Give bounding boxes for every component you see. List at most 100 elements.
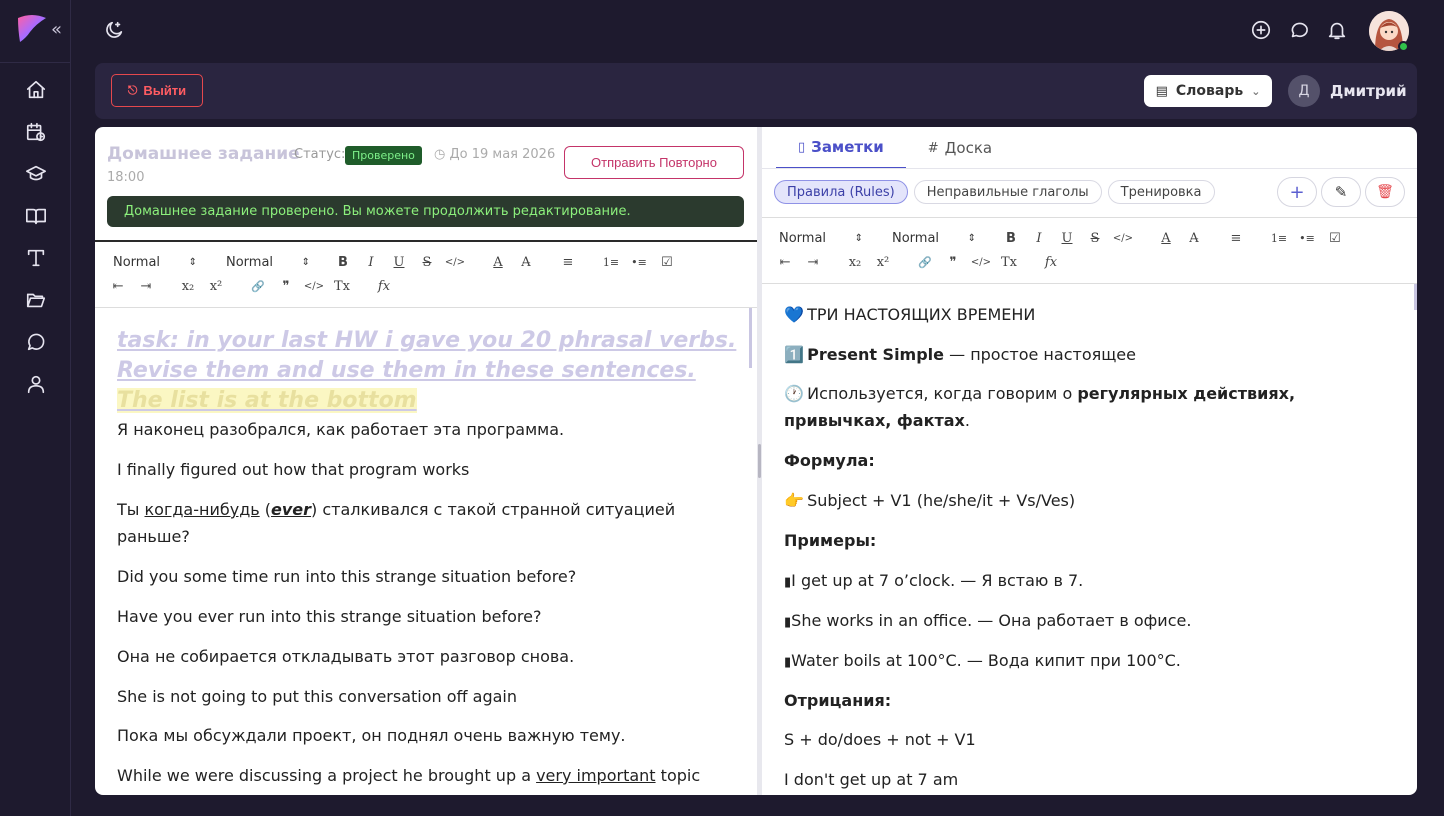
- tab-notes[interactable]: ▯ Заметки: [776, 127, 906, 169]
- indent-button[interactable]: ⇥: [802, 252, 824, 272]
- underline-button[interactable]: U: [1056, 228, 1078, 248]
- notes-line: S + do/does + not + V1: [784, 730, 976, 749]
- outdent-button[interactable]: ⇤: [107, 276, 129, 296]
- italic-button[interactable]: I: [360, 252, 382, 272]
- resend-button[interactable]: Отправить Повторно: [564, 146, 744, 179]
- status-badge: Проверено: [345, 146, 422, 165]
- code-block-button[interactable]: </>: [970, 252, 992, 272]
- clock-icon: 🕐: [784, 384, 804, 403]
- graduation-cap-icon[interactable]: [24, 162, 48, 186]
- notes-line-text: Используется, когда говорим о: [807, 384, 1078, 403]
- align-button[interactable]: ≡: [557, 252, 579, 272]
- bullet-list-button[interactable]: •≡: [1296, 228, 1318, 248]
- chip-rules[interactable]: Правила (Rules): [774, 180, 908, 204]
- superscript-button[interactable]: x²: [205, 276, 227, 296]
- plus-circle-icon[interactable]: [1250, 19, 1274, 43]
- logout-icon: ⎋: [127, 83, 138, 97]
- bullet-list-button[interactable]: •≡: [628, 252, 650, 272]
- ordered-list-button[interactable]: 1≡: [600, 252, 622, 272]
- homework-editor[interactable]: task: in your last HW i gave you 20 phra…: [95, 307, 757, 795]
- strike-button[interactable]: S: [416, 252, 438, 272]
- bold-button[interactable]: B: [1000, 228, 1022, 248]
- scrollbar[interactable]: [1414, 284, 1417, 310]
- bold-button[interactable]: B: [332, 252, 354, 272]
- updown-icon: ⇕: [854, 232, 863, 244]
- strike-button[interactable]: S: [1084, 228, 1106, 248]
- chevrons-left-icon[interactable]: «: [51, 20, 62, 40]
- folder-open-icon[interactable]: [24, 288, 48, 312]
- user-icon[interactable]: [24, 372, 48, 396]
- checklist-button[interactable]: ☑: [1324, 228, 1346, 248]
- moon-stars-icon[interactable]: [103, 19, 125, 45]
- link-button[interactable]: 🔗: [914, 252, 936, 272]
- underline-button[interactable]: U: [388, 252, 410, 272]
- message-icon[interactable]: [1288, 19, 1312, 43]
- task-highlight: The list is at the bottom: [117, 388, 417, 413]
- size-select[interactable]: Normal ⇕: [892, 231, 976, 246]
- font-select-value: Normal: [779, 230, 827, 246]
- subscript-button[interactable]: x₂: [844, 252, 866, 272]
- bell-icon[interactable]: [1326, 19, 1350, 43]
- calendar-clock-icon[interactable]: [24, 120, 48, 144]
- code-block-button[interactable]: </>: [303, 276, 325, 296]
- scrollbar[interactable]: [749, 308, 752, 368]
- doc-line: Ты когда-нибудь (ever) сталкивался с так…: [117, 496, 717, 550]
- quote-button[interactable]: ❞: [942, 252, 964, 272]
- subscript-button[interactable]: x₂: [177, 276, 199, 296]
- formula-button[interactable]: fx: [1040, 252, 1062, 272]
- checklist-button[interactable]: ☑: [656, 252, 678, 272]
- note-chips: Правила (Rules) Неправильные глаголы Тре…: [774, 180, 1215, 204]
- indent-button[interactable]: ⇥: [135, 276, 157, 296]
- home-icon[interactable]: [24, 78, 48, 102]
- font-select[interactable]: Normal ⇕: [779, 231, 863, 246]
- tab-board[interactable]: # Доска: [906, 127, 1014, 169]
- user-chip[interactable]: Д Дмитрий: [1288, 75, 1407, 107]
- dictionary-button[interactable]: ▤ Словарь ⌄: [1144, 75, 1272, 107]
- logout-label: Выйти: [143, 83, 187, 98]
- clear-format-button[interactable]: Tx: [998, 252, 1020, 272]
- delete-note-button[interactable]: 🗑: [1365, 177, 1405, 207]
- italic-button[interactable]: I: [1028, 228, 1050, 248]
- tab-label: Доска: [944, 139, 993, 157]
- outdent-button[interactable]: ⇤: [774, 252, 796, 272]
- task-text: task: in your last HW i gave you 20 phra…: [117, 326, 739, 416]
- text-color-button[interactable]: A: [1155, 228, 1177, 248]
- edit-note-button[interactable]: ✎: [1321, 177, 1361, 207]
- font-select[interactable]: Normal ⇕: [113, 255, 197, 270]
- pencil-icon: ✎: [1334, 183, 1348, 201]
- notes-line-text: — простое настоящее: [944, 345, 1136, 364]
- app-logo[interactable]: [16, 14, 48, 44]
- notes-line: 1️⃣ Present Simple — простое настоящее: [784, 341, 1394, 368]
- due-time: 18:00: [107, 170, 145, 185]
- book-open-icon[interactable]: [24, 204, 48, 228]
- doc-line: Я наконец разобрался, как работает эта п…: [117, 420, 565, 439]
- ordered-list-button[interactable]: 1≡: [1268, 228, 1290, 248]
- text-tool-icon[interactable]: [24, 246, 48, 270]
- superscript-button[interactable]: x²: [872, 252, 894, 272]
- chip-training[interactable]: Тренировка: [1107, 180, 1215, 204]
- highlight-button[interactable]: A̶: [1183, 228, 1205, 248]
- splitter-handle[interactable]: [758, 444, 761, 478]
- hash-icon: #: [927, 140, 939, 156]
- code-button[interactable]: </>: [444, 252, 466, 272]
- notes-toolbar: Normal ⇕ Normal ⇕ B I U S </> A A̶ ≡ 1≡ •≡…: [762, 218, 1417, 282]
- code-button[interactable]: </>: [1112, 228, 1134, 248]
- trash-icon: 🗑: [1376, 184, 1394, 200]
- link-button[interactable]: 🔗: [247, 276, 269, 296]
- align-button[interactable]: ≡: [1225, 228, 1247, 248]
- formula-button[interactable]: fx: [373, 276, 395, 296]
- quote-button[interactable]: ❞: [275, 276, 297, 296]
- logout-button[interactable]: ⎋ Выйти: [111, 74, 203, 107]
- notes-editor[interactable]: 💙 ТРИ НАСТОЯЩИХ ВРЕМЕНИ 1️⃣ Present Simp…: [762, 283, 1417, 795]
- clear-format-button[interactable]: Tx: [331, 276, 353, 296]
- highlight-button[interactable]: A̶: [515, 252, 537, 272]
- doc-line: Она не собирается откладывать этот разго…: [117, 647, 575, 666]
- add-note-button[interactable]: +: [1277, 177, 1317, 207]
- notes-line-text: .: [964, 411, 970, 430]
- text-color-button[interactable]: A: [487, 252, 509, 272]
- doc-line-text: While we were discussing a project he br…: [117, 766, 537, 785]
- online-status-dot: [1398, 41, 1409, 52]
- chat-icon[interactable]: [24, 330, 48, 354]
- size-select[interactable]: Normal ⇕: [226, 255, 310, 270]
- chip-irregular-verbs[interactable]: Неправильные глаголы: [913, 180, 1102, 204]
